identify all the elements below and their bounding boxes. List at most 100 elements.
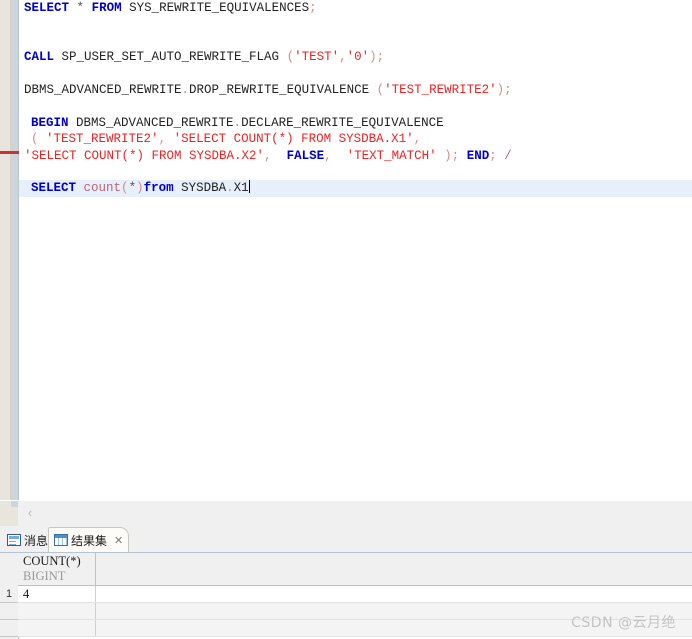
code-token: ; <box>376 50 385 65</box>
code-token: 'TEST_REWRITE2' <box>46 132 159 147</box>
error-marker-icon[interactable] <box>0 151 19 154</box>
chevron-left-icon[interactable]: ‹ <box>22 505 38 521</box>
code-token: / <box>504 148 512 163</box>
grid-icon <box>54 534 68 546</box>
code-token: , <box>413 132 422 147</box>
code-token: X1 <box>233 181 249 196</box>
editor-gutter-annotation[interactable] <box>0 0 11 500</box>
code-line[interactable]: SELECT count(*)from SYSDBA.X1 <box>19 180 692 197</box>
code-token: 'TEST' <box>294 50 340 65</box>
code-line[interactable] <box>19 164 692 180</box>
code-token: FALSE <box>286 148 325 163</box>
code-token: ( <box>31 132 39 147</box>
splitter-gutter-stub <box>0 501 18 527</box>
code-token: '0' <box>346 50 370 65</box>
code-token: , <box>324 148 332 163</box>
code-token: DBMS_ADVANCED_REWRITE <box>68 115 234 130</box>
message-icon <box>7 534 21 546</box>
code-token: . <box>181 82 190 97</box>
code-token: ) <box>136 181 144 196</box>
tab-messages[interactable]: 消息 <box>2 528 53 552</box>
editor-gutter-overview[interactable] <box>11 0 19 500</box>
code-line[interactable] <box>19 16 692 32</box>
code-token: SYSDBA <box>173 181 227 196</box>
code-token: . <box>226 181 234 196</box>
code-line[interactable]: BEGIN DBMS_ADVANCED_REWRITE.DECLARE_REWR… <box>19 115 692 131</box>
tab-messages-label: 消息 <box>24 533 49 548</box>
code-line[interactable] <box>19 66 692 82</box>
code-token: 'TEXT_MATCH' <box>346 148 437 163</box>
editor-splitter-bar[interactable]: ‹ <box>0 500 692 527</box>
table-cell-empty <box>18 603 96 619</box>
code-token: SELECT <box>31 181 77 196</box>
code-token: 'TEST_REWRITE2' <box>384 82 497 97</box>
sql-editor-window: SELECT * FROM SYS_REWRITE_EQUIVALENCES; … <box>0 0 692 639</box>
row-number-empty <box>0 620 18 637</box>
code-line[interactable]: DBMS_ADVANCED_REWRITE.DROP_REWRITE_EQUIV… <box>19 82 692 98</box>
results-panel: 消息 结果集 ✕ COUNT(*) BIGINT 14 <box>0 526 692 639</box>
table-row[interactable]: 4 <box>18 586 692 603</box>
code-line[interactable]: ( 'TEST_REWRITE2', 'SELECT COUNT(*) FROM… <box>19 131 692 147</box>
code-token: . <box>233 115 242 130</box>
code-token: * <box>76 1 85 15</box>
code-token: ) <box>496 82 505 97</box>
code-token: SELECT <box>24 1 70 15</box>
close-icon[interactable]: ✕ <box>114 534 123 547</box>
column-header[interactable]: COUNT(*) BIGINT <box>18 553 96 585</box>
table-row-empty <box>18 620 692 637</box>
code-token: SP_USER_SET_AUTO_REWRITE_FLAG <box>54 50 287 65</box>
code-token: , <box>264 148 272 163</box>
table-cell[interactable]: 4 <box>18 586 96 602</box>
code-token: count <box>83 181 122 196</box>
code-token: * <box>128 181 137 196</box>
code-token: ( <box>286 50 295 65</box>
code-token: DBMS_ADVANCED_REWRITE <box>24 82 182 97</box>
tab-resultset-label: 结果集 <box>71 533 108 548</box>
code-token: END <box>466 148 490 163</box>
table-row-empty <box>18 603 692 620</box>
code-token: ) <box>444 148 452 163</box>
code-token: ; <box>489 148 497 163</box>
code-token: 'SELECT COUNT(*) FROM SYSDBA.X2' <box>24 148 265 163</box>
code-token: ; <box>504 82 512 97</box>
splitter-gutter-stub-2 <box>11 501 18 507</box>
code-token: ) <box>369 50 377 65</box>
code-token: CALL <box>24 50 55 65</box>
grid-header-row: COUNT(*) BIGINT <box>18 553 692 586</box>
code-token: BEGIN <box>31 115 69 130</box>
table-cell-empty[interactable] <box>96 586 692 602</box>
code-token: , <box>158 132 167 147</box>
tab-resultset[interactable]: 结果集 ✕ <box>48 527 130 552</box>
column-header-type: BIGINT <box>23 569 66 583</box>
column-header-name: COUNT(*) <box>23 554 81 568</box>
table-cell-empty <box>18 620 96 636</box>
code-line[interactable] <box>19 33 692 49</box>
code-token: from <box>143 181 174 196</box>
code-token: 'SELECT COUNT(*) FROM SYSDBA.X1' <box>173 132 414 147</box>
code-line[interactable]: SELECT * FROM SYS_REWRITE_EQUIVALENCES; <box>19 0 692 16</box>
result-grid[interactable]: COUNT(*) BIGINT 14 <box>0 553 692 639</box>
code-token: ; <box>309 1 317 15</box>
code-token: ( <box>121 181 129 196</box>
code-token: DROP_REWRITE_EQUIVALENCE <box>189 82 377 97</box>
row-number-empty <box>0 603 18 620</box>
code-line[interactable]: 'SELECT COUNT(*) FROM SYSDBA.X2', FALSE,… <box>19 148 692 164</box>
code-token: ( <box>376 82 385 97</box>
code-token: DECLARE_REWRITE_EQUIVALENCE <box>241 115 444 130</box>
code-content[interactable]: SELECT * FROM SYS_REWRITE_EQUIVALENCES; … <box>19 0 692 500</box>
code-line[interactable] <box>19 98 692 114</box>
sql-editor[interactable]: SELECT * FROM SYS_REWRITE_EQUIVALENCES; … <box>0 0 692 500</box>
code-line[interactable]: CALL SP_USER_SET_AUTO_REWRITE_FLAG ('TES… <box>19 49 692 65</box>
row-number[interactable]: 1 <box>0 586 18 603</box>
code-token: FROM <box>91 1 122 15</box>
code-token: SYS_REWRITE_EQUIVALENCES <box>121 1 310 15</box>
results-tabbar: 消息 结果集 ✕ <box>0 526 692 553</box>
